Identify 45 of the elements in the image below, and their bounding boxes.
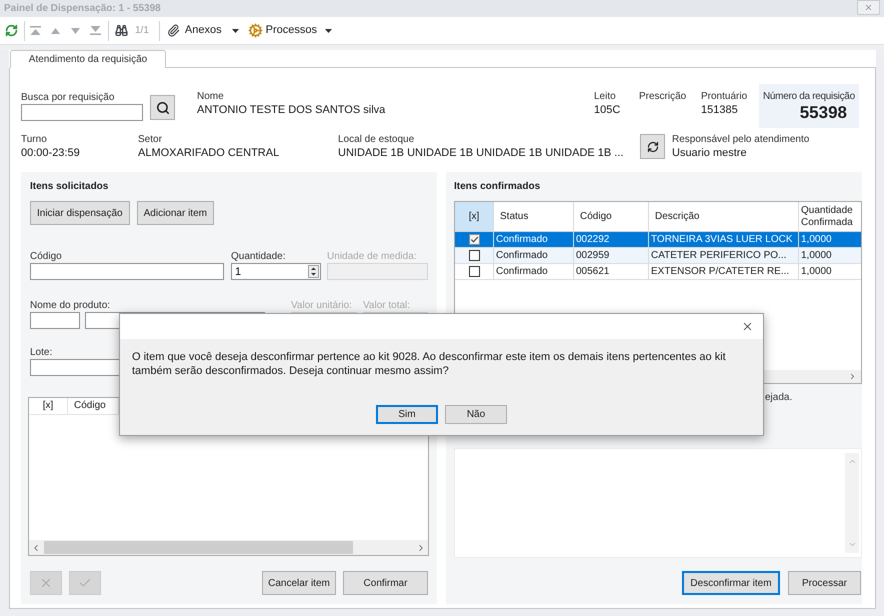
table-cell: TORNEIRA 3VIAS LUER LOCK: [649, 232, 799, 247]
window-title: Painel de Dispensação: 1 - 55398: [4, 2, 161, 15]
table-cell: 005621: [574, 264, 649, 279]
table-cell: CATETER PERIFERICO PO...: [649, 248, 799, 263]
note-text: ejada.: [765, 392, 792, 404]
request-number: 55398: [800, 103, 847, 123]
record-counter: 1/1: [135, 24, 149, 36]
panel-title: Itens confirmados: [454, 181, 540, 193]
field-label: Turno: [21, 134, 47, 146]
field-label: Prescrição: [639, 91, 686, 103]
field-label: Prontuário: [701, 91, 748, 103]
field-value: 151385: [701, 103, 738, 117]
table-cell: 002959: [574, 248, 649, 263]
table-cell: Confirmado: [494, 232, 574, 247]
field-label: Responsável pelo atendimento: [672, 134, 810, 146]
field-label: Local de estoque: [338, 134, 414, 146]
table-cell-text: 1,0000: [800, 264, 833, 278]
field-value: ALMOXARIFADO CENTRAL: [138, 146, 280, 160]
field-label: Quantidade:: [230, 251, 286, 263]
field-value: Usuario mestre: [672, 146, 747, 160]
field-label: Lote:: [30, 347, 52, 359]
field-label: Valor total:: [362, 300, 410, 312]
field-label: Leito: [594, 91, 616, 103]
field-value: 00:00-23:59: [21, 146, 80, 160]
table-cell-text: 1,0000: [800, 248, 833, 262]
field-label: Unidade de medida:: [327, 251, 417, 263]
column-header: [x]: [455, 202, 494, 231]
field-value: ANTONIO TESTE DOS SANTOS silva: [197, 103, 386, 117]
table-cell-text: 1,0000: [800, 232, 833, 246]
table-cell: Confirmado: [494, 264, 574, 279]
field-label: Setor: [138, 134, 162, 146]
field-label: Busca por requisição: [21, 92, 114, 104]
field-label: Nome do produto:: [30, 300, 110, 312]
panel-title: Itens solicitados: [30, 181, 108, 193]
table-cell: EXTENSOR P/CATETER RE...: [649, 264, 799, 279]
column-header: [x]: [29, 398, 68, 414]
field-value: 105C: [594, 103, 620, 117]
field-label: Nome: [197, 91, 224, 103]
table-cell: 002292: [574, 232, 649, 247]
field-label: Valor unitário:: [291, 300, 352, 312]
field-value: UNIDADE 1B UNIDADE 1B UNIDADE 1B UNIDADE 1B ...: [338, 146, 624, 160]
field-label: Código: [30, 251, 62, 263]
table-cell: Confirmado: [494, 248, 574, 263]
dialog-message: O item que você deseja desconfirmar pertence ao kit 9028. Ao desconfirmar este item os demais itens pertencentes ao kit também serão desconfirmados. Deseja continuar mesmo assim?: [132, 350, 727, 378]
field-label: Número da requisição: [763, 91, 855, 103]
